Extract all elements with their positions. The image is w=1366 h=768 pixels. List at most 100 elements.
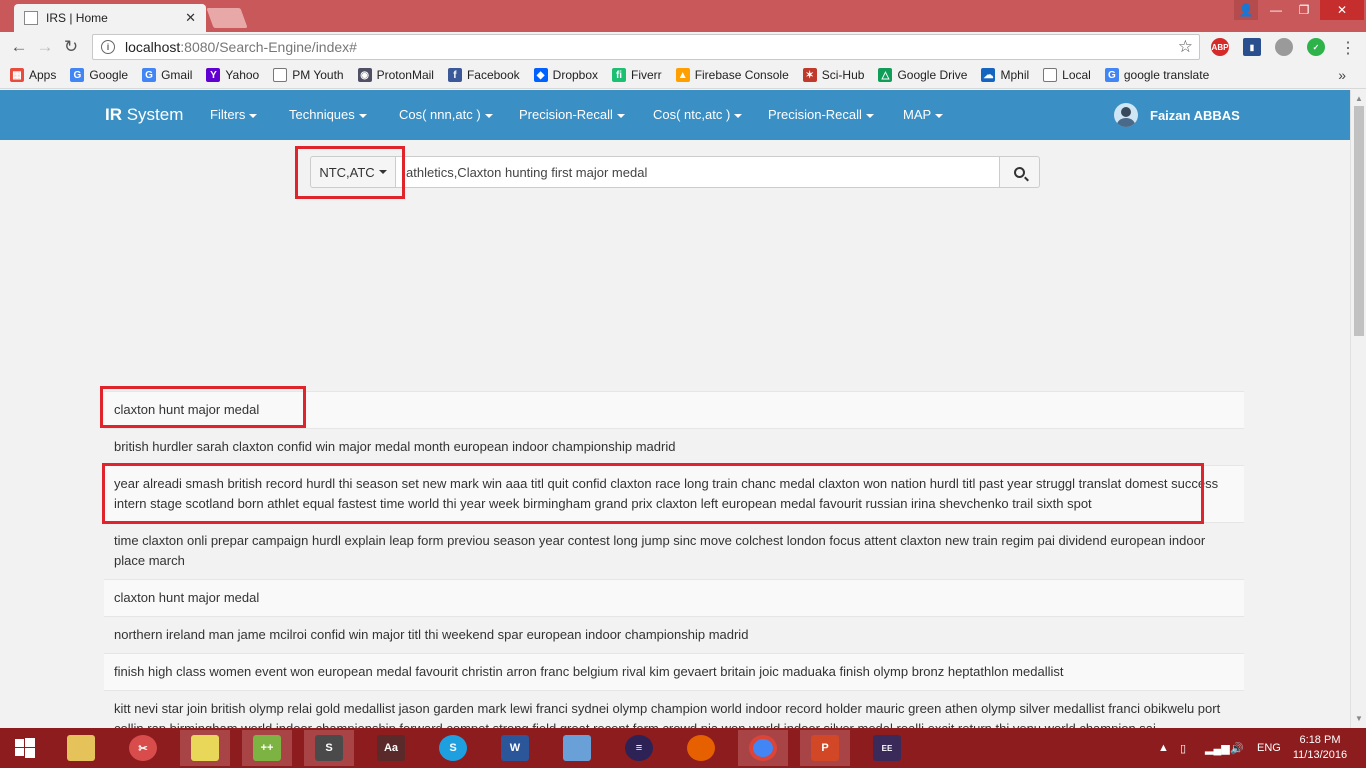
analytics-extension-icon[interactable]: ▮	[1243, 38, 1261, 56]
bookmark-item[interactable]: f Facebook	[447, 68, 520, 82]
snipping-tool-icon[interactable]: ✂	[118, 730, 168, 766]
result-item[interactable]: finish high class women event won europe…	[104, 653, 1244, 690]
result-item[interactable]: kitt nevi star join british olymp relai …	[104, 690, 1244, 728]
drive-icon: △	[878, 68, 893, 82]
close-window-button[interactable]: ✕	[1320, 0, 1364, 20]
google-icon: G	[70, 68, 85, 82]
bookmark-label: Dropbox	[552, 68, 599, 82]
bookmark-label: Fiverr	[631, 68, 662, 82]
checkmark-extension-icon[interactable]: ✓	[1307, 38, 1325, 56]
bookmark-item[interactable]: ✶ Sci-Hub	[802, 68, 865, 82]
google-icon: G	[142, 68, 157, 82]
scrollbar-thumb[interactable]	[1354, 106, 1364, 336]
skype-icon[interactable]: S	[428, 730, 478, 766]
forward-arrow-icon[interactable]: →	[32, 34, 58, 60]
result-item[interactable]: british hurdler sarah claxton confid win…	[104, 428, 1244, 465]
search-button[interactable]	[1000, 156, 1040, 188]
bookmark-item[interactable]: Y Yahoo	[206, 68, 259, 82]
volume-icon[interactable]: 🔊	[1230, 728, 1244, 768]
bookmark-star-icon[interactable]: ☆	[1178, 37, 1193, 57]
browser-tab[interactable]: IRS | Home ✕	[14, 4, 206, 32]
bookmark-item[interactable]: G Google	[70, 68, 128, 82]
bookmark-label: PM Youth	[292, 68, 344, 82]
search-bar: NTC,ATC	[310, 156, 1040, 190]
app-brand[interactable]: IR System	[105, 105, 183, 125]
bookmark-label: Yahoo	[225, 68, 260, 82]
url-path: :8080/Search-Engine/index#	[180, 39, 357, 55]
sticky-notes-icon[interactable]	[180, 730, 230, 766]
back-arrow-icon[interactable]: ←	[6, 34, 32, 60]
bookmark-item[interactable]: ▲ Firebase Console	[675, 68, 789, 82]
reload-icon[interactable]: ↻	[58, 34, 84, 60]
windows-start-icon[interactable]	[0, 730, 50, 766]
page-scrollbar[interactable]: ▲ ▼	[1350, 90, 1366, 728]
eclipse-icon[interactable]: ≡	[614, 730, 664, 766]
results-list: claxton hunt major medal british hurdler …	[104, 391, 1244, 728]
caret-down-icon	[935, 113, 944, 118]
menu-cos-nnn-atc[interactable]: Cos( nnn,atc )	[399, 107, 493, 122]
chrome-icon[interactable]	[738, 730, 788, 766]
cloud-icon: ☁	[981, 68, 996, 82]
result-item[interactable]: claxton hunt major medal	[104, 391, 1244, 428]
menu-filters[interactable]: Filters	[210, 107, 258, 122]
site-info-icon[interactable]: i	[101, 40, 115, 54]
menu-precision-recall-2[interactable]: Precision-Recall	[768, 107, 874, 122]
scihub-icon: ✶	[802, 68, 817, 82]
dictionary-app-icon[interactable]: Aa	[366, 730, 416, 766]
java-ee-ide-icon[interactable]: EE	[862, 730, 912, 766]
bookmark-item[interactable]: ◉ ProtonMail	[357, 68, 434, 82]
device-icon[interactable]: ▯	[1180, 728, 1186, 768]
network-icon[interactable]: ▂▄▆	[1205, 728, 1230, 768]
clock[interactable]: 6:18 PM 11/13/2016	[1290, 733, 1350, 763]
bookmark-item[interactable]: PM Youth	[273, 68, 344, 82]
extension-icon[interactable]	[1275, 38, 1293, 56]
tray-arrow-icon[interactable]: ▲	[1158, 728, 1169, 768]
search-input[interactable]	[396, 156, 1000, 188]
minimize-button[interactable]: —	[1262, 0, 1290, 20]
notepad-plus-icon[interactable]: ++	[242, 730, 292, 766]
bookmark-label: Sci-Hub	[821, 68, 865, 82]
bookmark-item[interactable]: Ggoogle translate	[1104, 68, 1209, 82]
sublime-text-icon[interactable]: S	[304, 730, 354, 766]
bookmark-item[interactable]: fi Fiverr	[612, 68, 662, 82]
maximize-button[interactable]: ❐	[1290, 0, 1318, 20]
scroll-up-icon[interactable]: ▲	[1355, 94, 1363, 103]
new-tab-button[interactable]	[206, 8, 248, 28]
word-icon[interactable]: W	[490, 730, 540, 766]
scheme-dropdown-button[interactable]: NTC,ATC	[310, 156, 396, 188]
facebook-icon: f	[447, 68, 462, 82]
powerpoint-icon[interactable]: P	[800, 730, 850, 766]
result-item[interactable]: time claxton onli prepar campaign hurdl …	[104, 522, 1244, 579]
result-item[interactable]: claxton hunt major medal	[104, 579, 1244, 616]
bookmark-label: Mphil	[1000, 68, 1030, 82]
menu-precision-recall-1[interactable]: Precision-Recall	[519, 107, 625, 122]
address-bar[interactable]: i localhost:8080/Search-Engine/index# ☆	[92, 34, 1200, 60]
virtualbox-icon[interactable]	[552, 730, 602, 766]
menu-techniques[interactable]: Techniques	[289, 107, 367, 122]
firefox-icon[interactable]	[676, 730, 726, 766]
adblock-icon[interactable]: ABP	[1211, 38, 1229, 56]
result-item[interactable]: northern ireland man jame mcilroi confid…	[104, 616, 1244, 653]
caret-down-icon	[616, 113, 625, 118]
result-item[interactable]: year alreadi smash british record hurdl …	[104, 465, 1244, 522]
language-indicator[interactable]: ENG	[1257, 728, 1281, 768]
bookmark-item[interactable]: Local	[1043, 68, 1091, 82]
bookmark-item[interactable]: ▦ Apps	[10, 68, 56, 82]
firebase-icon: ▲	[675, 68, 690, 82]
file-explorer-icon[interactable]	[56, 730, 106, 766]
bookmark-item[interactable]: △ Google Drive	[878, 68, 967, 82]
bookmark-item[interactable]: ☁ Mphil	[981, 68, 1029, 82]
menu-map[interactable]: MAP	[903, 107, 944, 122]
bookmark-label: ProtonMail	[376, 68, 434, 82]
scroll-down-icon[interactable]: ▼	[1355, 714, 1363, 723]
profile-icon[interactable]: 👤	[1234, 0, 1258, 20]
user-menu[interactable]: Faizan ABBAS	[1114, 103, 1240, 127]
bookmark-item[interactable]: G Gmail	[142, 68, 192, 82]
browser-menu-icon[interactable]: ⋮	[1340, 38, 1356, 58]
bookmarks-overflow-icon[interactable]: »	[1338, 67, 1346, 83]
menu-cos-ntc-atc[interactable]: Cos( ntc,atc )	[653, 107, 743, 122]
tab-close-icon[interactable]: ✕	[185, 10, 196, 26]
bookmark-label: Firebase Console	[694, 68, 789, 82]
bookmark-item[interactable]: ◆ Dropbox	[533, 68, 599, 82]
page-icon	[273, 68, 288, 82]
